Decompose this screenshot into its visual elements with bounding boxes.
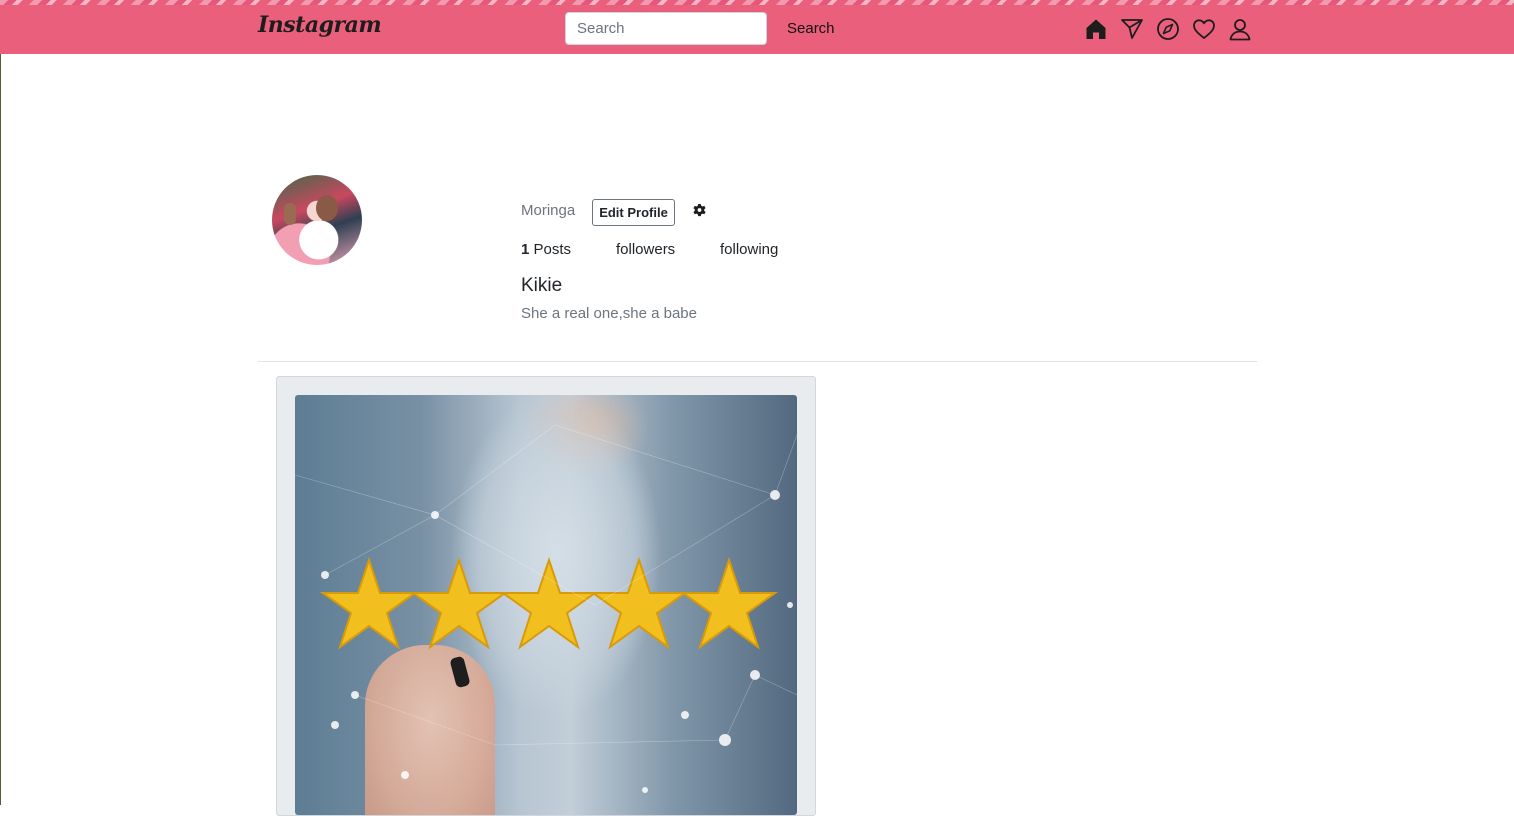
full-name: Kikie	[521, 275, 563, 296]
avatar-face	[316, 195, 338, 221]
star-rating-graphic	[295, 424, 797, 793]
followers-link[interactable]: followers	[616, 241, 675, 258]
star-2	[409, 556, 509, 650]
navbar-pattern	[0, 0, 1514, 5]
star-1	[319, 556, 419, 650]
following-link[interactable]: following	[720, 241, 778, 258]
posts-count-label: Posts	[533, 241, 572, 258]
home-icon[interactable]	[1084, 17, 1108, 41]
star-4	[589, 556, 689, 650]
posts-count-number: 1	[521, 241, 530, 258]
username: Moringa	[521, 202, 576, 219]
profile-divider	[258, 361, 1257, 362]
avatar[interactable]	[272, 175, 362, 265]
heart-icon[interactable]	[1192, 17, 1216, 41]
post-card[interactable]	[276, 376, 816, 816]
top-navbar: Instagram Search	[0, 0, 1514, 54]
star-3	[499, 556, 599, 650]
user-icon[interactable]	[1228, 17, 1252, 41]
brand-logo[interactable]: Instagram	[258, 12, 382, 38]
explore-icon[interactable]	[1156, 17, 1180, 41]
bio: She a real one,she a babe	[521, 305, 697, 322]
edit-profile-button[interactable]: Edit Profile	[592, 199, 675, 226]
send-icon[interactable]	[1120, 17, 1144, 41]
page-edge	[0, 54, 1, 805]
avatar-hand	[284, 203, 296, 225]
search-button[interactable]: Search	[778, 14, 844, 42]
star-5	[679, 556, 779, 650]
posts-count: 1 Posts	[521, 241, 571, 258]
gear-icon[interactable]	[692, 203, 707, 218]
search-input[interactable]	[565, 12, 767, 45]
post-image[interactable]	[295, 395, 797, 815]
